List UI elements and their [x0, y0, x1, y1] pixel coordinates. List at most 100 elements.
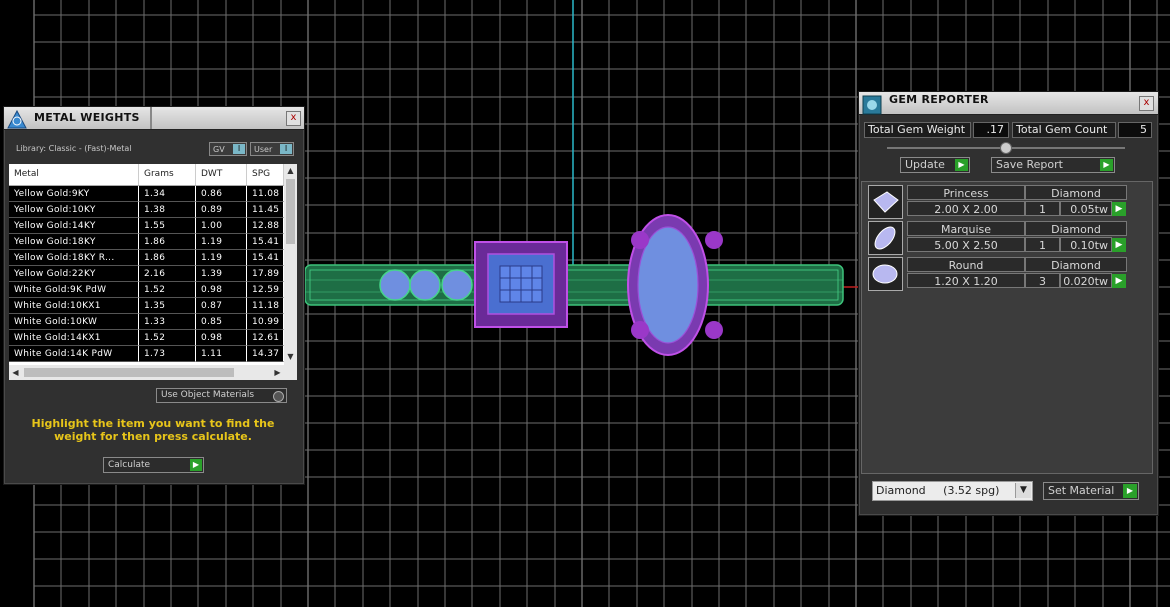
use-object-materials-label: Use Object Materials	[161, 390, 255, 400]
material-select-value: Diamond (3.52 spg)	[876, 484, 1000, 497]
scroll-up-arrow-icon[interactable]: ▲	[284, 164, 297, 177]
user-toggle[interactable]: User I	[250, 142, 294, 156]
update-button[interactable]: Update ▶	[900, 157, 970, 173]
cell-spg: 14.37	[247, 346, 284, 362]
gem-row[interactable]: Marquise Diamond 5.00 X 2.50 1 0.10tw ▶	[862, 221, 1152, 255]
user-toggle-label: User	[254, 145, 273, 154]
set-material-arrow-icon: ▶	[1123, 484, 1137, 498]
cell-metal: White Gold:14KX1	[9, 330, 139, 346]
gem-details-arrow-icon[interactable]: ▶	[1112, 238, 1126, 252]
cell-grams: 1.86	[139, 234, 196, 250]
titlebar-divider	[150, 107, 152, 129]
cell-dwt: 1.19	[196, 250, 247, 266]
calculate-label: Calculate	[108, 460, 151, 470]
princess-gem-icon	[868, 185, 903, 219]
set-material-button[interactable]: Set Material ▶	[1043, 482, 1139, 500]
cell-grams: 1.52	[139, 330, 196, 346]
use-object-materials-toggle[interactable]: Use Object Materials	[156, 388, 287, 403]
table-header: Metal Grams DWT SPG	[9, 164, 284, 186]
material-select[interactable]: Diamond (3.52 spg) ▼	[872, 481, 1033, 501]
instruction-text: Highlight the item you want to find the …	[31, 417, 275, 443]
cell-grams: 1.86	[139, 250, 196, 266]
gem-reporter-titlebar[interactable]: GEM REPORTER x	[859, 92, 1158, 115]
cell-grams: 1.38	[139, 202, 196, 218]
gem-size: 5.00 X 2.50	[907, 237, 1025, 252]
horizontal-scroll-thumb[interactable]	[24, 368, 234, 377]
table-row[interactable]: Yellow Gold:10KY 1.38 0.89 11.45	[9, 202, 284, 218]
save-report-button[interactable]: Save Report ▶	[991, 157, 1115, 173]
column-header-metal[interactable]: Metal	[9, 164, 139, 185]
gem-row[interactable]: Round Diamond 1.20 X 1.20 3 0.020tw ▶	[862, 257, 1152, 291]
cell-metal: Yellow Gold:18KY	[9, 234, 139, 250]
cell-grams: 1.52	[139, 282, 196, 298]
cell-dwt: 0.87	[196, 298, 247, 314]
gv-toggle[interactable]: GV I	[209, 142, 247, 156]
cell-spg: 12.61	[247, 330, 284, 346]
table-row[interactable]: Yellow Gold:22KY 2.16 1.39 17.89	[9, 266, 284, 282]
gem-weight: 0.020tw	[1060, 273, 1112, 288]
table-horizontal-scrollbar[interactable]: ◀ ▶	[9, 365, 297, 380]
marquise-setting	[627, 214, 723, 356]
gem-shape: Princess	[907, 185, 1025, 200]
gem-details-arrow-icon[interactable]: ▶	[1112, 274, 1126, 288]
cell-grams: 1.73	[139, 346, 196, 362]
table-row[interactable]: Yellow Gold:9KY 1.34 0.86 11.08	[9, 186, 284, 202]
cell-dwt: 1.00	[196, 218, 247, 234]
table-row[interactable]: White Gold:10KW 1.33 0.85 10.99	[9, 314, 284, 330]
scroll-right-arrow-icon[interactable]: ▶	[271, 365, 284, 380]
scroll-left-arrow-icon[interactable]: ◀	[9, 365, 22, 380]
cell-dwt: 1.11	[196, 346, 247, 362]
save-report-label: Save Report	[996, 158, 1063, 171]
cell-spg: 12.88	[247, 218, 284, 234]
table-vertical-scrollbar[interactable]: ▲ ▼	[284, 164, 297, 365]
round-stones-channel	[379, 269, 473, 301]
table-row[interactable]: Yellow Gold:14KY 1.55 1.00 12.88	[9, 218, 284, 234]
table-row[interactable]: White Gold:10KX1 1.35 0.87 11.18	[9, 298, 284, 314]
scroll-down-arrow-icon[interactable]: ▼	[284, 350, 297, 363]
cell-spg: 15.41	[247, 250, 284, 266]
gem-reporter-title: GEM REPORTER	[889, 93, 989, 106]
table-row[interactable]: Yellow Gold:18KY 1.86 1.19 15.41	[9, 234, 284, 250]
column-header-spg[interactable]: SPG	[247, 164, 284, 185]
gem-count: 1	[1025, 237, 1060, 252]
table-row[interactable]: White Gold:14K PdW 1.73 1.11 14.37	[9, 346, 284, 362]
gem-material: Diamond	[1025, 257, 1127, 272]
table-row[interactable]: White Gold:14KX1 1.52 0.98 12.61	[9, 330, 284, 346]
cell-metal: Yellow Gold:9KY	[9, 186, 139, 202]
gem-details-arrow-icon[interactable]: ▶	[1112, 202, 1126, 216]
cell-metal: White Gold:14K PdW	[9, 346, 139, 362]
gem-reporter-close-button[interactable]: x	[1139, 96, 1154, 111]
table-row[interactable]: White Gold:9K PdW 1.52 0.98 12.59	[9, 282, 284, 298]
metal-weights-titlebar[interactable]: METAL WEIGHTS x	[4, 107, 304, 130]
gem-row[interactable]: Princess Diamond 2.00 X 2.00 1 0.05tw ▶	[862, 185, 1152, 219]
princess-setting	[474, 241, 568, 328]
panel-divider-slider[interactable]	[887, 142, 1125, 154]
vertical-scroll-thumb[interactable]	[286, 179, 295, 244]
divider-handle-icon[interactable]	[1000, 142, 1012, 154]
metal-weights-close-button[interactable]: x	[286, 111, 301, 126]
column-header-grams[interactable]: Grams	[139, 164, 196, 185]
cell-dwt: 0.98	[196, 282, 247, 298]
cell-dwt: 1.19	[196, 234, 247, 250]
calculate-arrow-icon: ▶	[190, 459, 202, 471]
cell-grams: 2.16	[139, 266, 196, 282]
gem-shape: Round	[907, 257, 1025, 272]
cell-spg: 11.08	[247, 186, 284, 202]
calculate-button[interactable]: Calculate ▶	[103, 457, 204, 473]
set-material-label: Set Material	[1048, 484, 1115, 497]
gv-toggle-indicator: I	[233, 144, 245, 154]
gem-material: Diamond	[1025, 185, 1127, 200]
table-row[interactable]: Yellow Gold:18KY R... 1.86 1.19 15.41	[9, 250, 284, 266]
metal-weights-logo-icon	[7, 109, 27, 129]
gem-count: 1	[1025, 201, 1060, 216]
cell-metal: Yellow Gold:10KY	[9, 202, 139, 218]
cell-dwt: 0.98	[196, 330, 247, 346]
update-arrow-icon: ▶	[955, 159, 968, 171]
column-header-dwt[interactable]: DWT	[196, 164, 247, 185]
round-gem-icon	[868, 257, 903, 291]
user-toggle-indicator: I	[280, 144, 292, 154]
cell-metal: White Gold:10KX1	[9, 298, 139, 314]
cell-spg: 17.89	[247, 266, 284, 282]
gem-reporter-panel: GEM REPORTER x Total Gem Weight .17 Tota…	[858, 91, 1159, 516]
gem-list: Princess Diamond 2.00 X 2.00 1 0.05tw ▶ Marqui…	[861, 181, 1153, 474]
